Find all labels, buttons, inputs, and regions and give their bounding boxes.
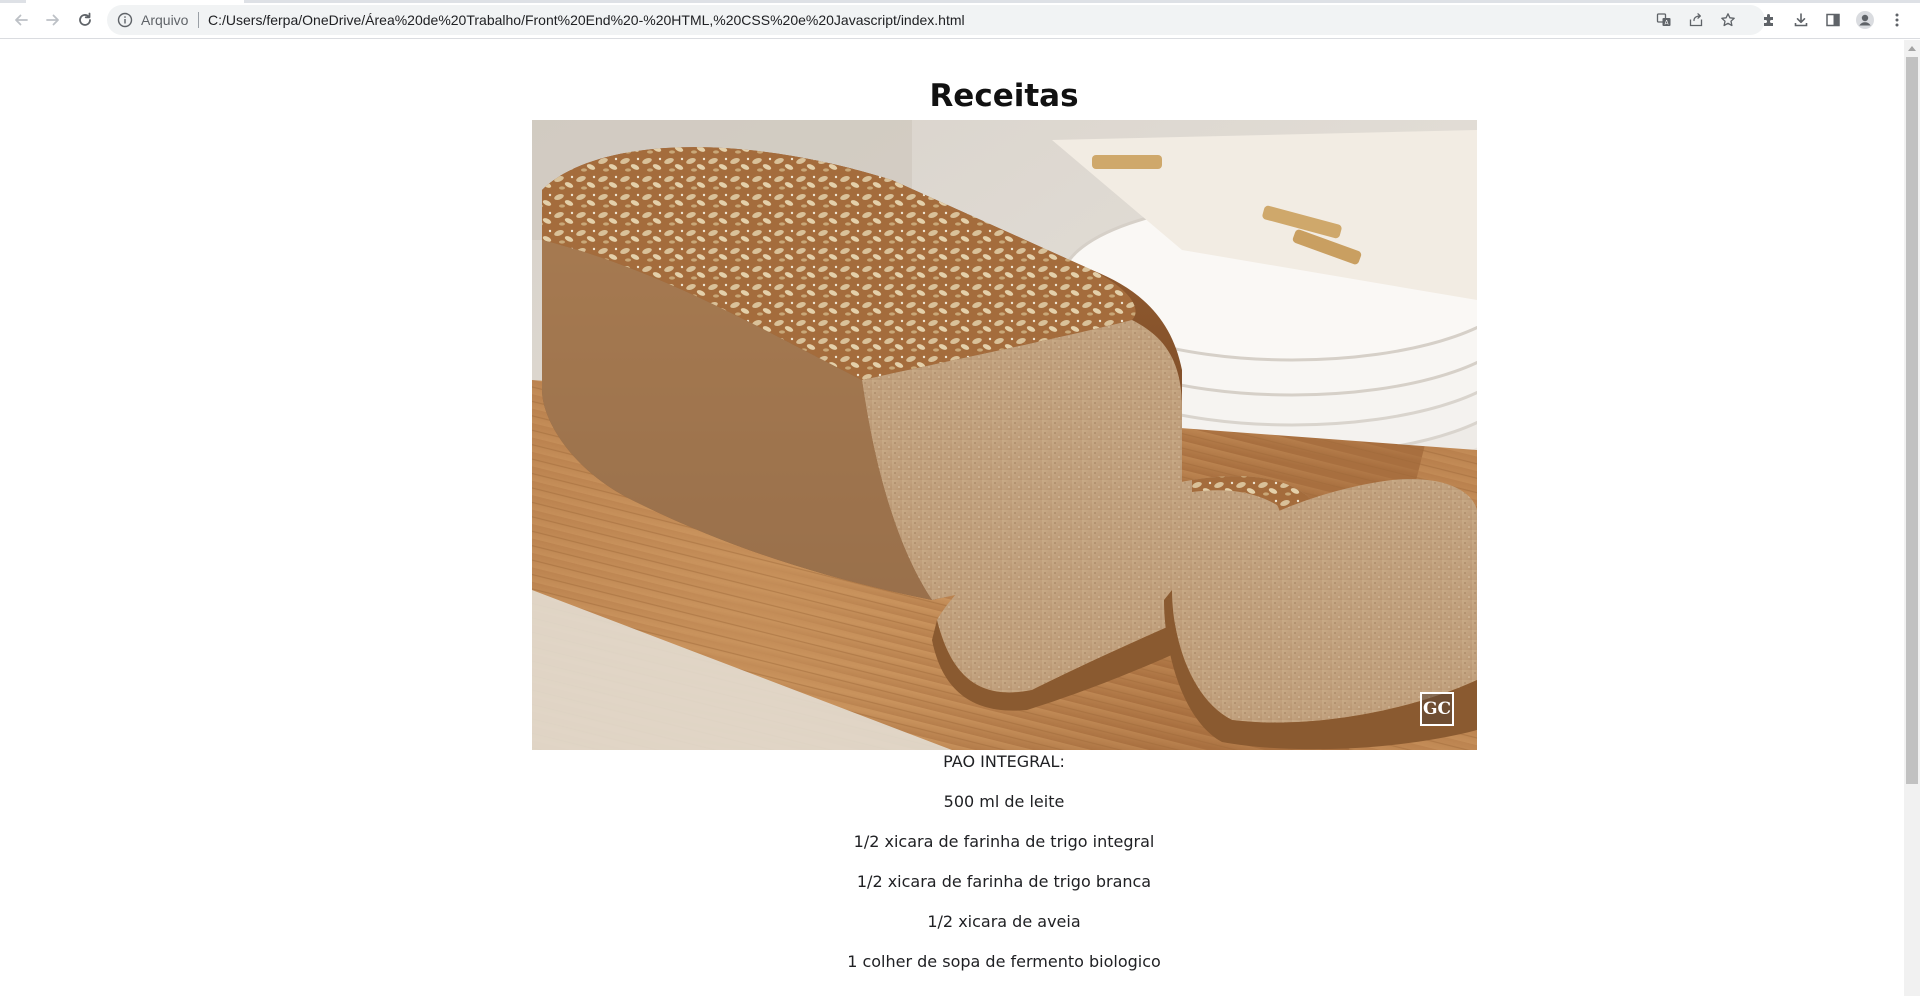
- ingredient-item: 1/2 xicara de aveia: [927, 912, 1081, 931]
- address-chip-divider: [198, 12, 199, 28]
- translate-icon[interactable]: A: [1654, 10, 1674, 30]
- ingredient-item: 1/2 xicara de farinha de trigo integral: [853, 832, 1155, 851]
- watermark-logo: GC: [1420, 692, 1454, 726]
- tab-strip: [0, 0, 1920, 3]
- kebab-menu-icon[interactable]: [1883, 6, 1911, 34]
- ingredient-item: 1 colher de sopa de fermento biologico: [847, 952, 1161, 971]
- profile-avatar-icon[interactable]: [1851, 6, 1879, 34]
- scroll-up-arrow-icon[interactable]: [1908, 46, 1916, 51]
- download-icon[interactable]: [1787, 6, 1815, 34]
- bread-photo: GC: [532, 120, 1477, 750]
- forward-arrow-icon[interactable]: [39, 6, 67, 34]
- scroll-thumb[interactable]: [1906, 57, 1918, 784]
- browser-toolbar: Arquivo C:/Users/ferpa/OneDrive/Área%20d…: [0, 0, 1920, 39]
- ingredient-item: 1/2 xicara de farinha de trigo branca: [856, 872, 1152, 891]
- ingredient-item: 500 ml de leite: [943, 792, 1065, 811]
- address-chip-label[interactable]: Arquivo: [141, 12, 188, 28]
- address-bar[interactable]: Arquivo C:/Users/ferpa/OneDrive/Área%20d…: [107, 5, 1765, 35]
- back-arrow-icon[interactable]: [7, 6, 35, 34]
- vertical-scrollbar[interactable]: [1904, 40, 1920, 996]
- page-title: Receitas: [929, 78, 1079, 114]
- page-viewport: Receitas GC PAO INTEGRAL: 500 ml de leit…: [0, 40, 1904, 996]
- recipe-title: PAO INTEGRAL:: [943, 752, 1065, 771]
- reload-icon[interactable]: [71, 6, 99, 34]
- side-panel-icon[interactable]: [1819, 6, 1847, 34]
- share-icon[interactable]: [1686, 10, 1706, 30]
- star-icon[interactable]: [1718, 10, 1738, 30]
- puzzle-icon[interactable]: [1755, 6, 1783, 34]
- url-text[interactable]: C:/Users/ferpa/OneDrive/Área%20de%20Trab…: [208, 12, 965, 28]
- info-icon[interactable]: [117, 12, 133, 28]
